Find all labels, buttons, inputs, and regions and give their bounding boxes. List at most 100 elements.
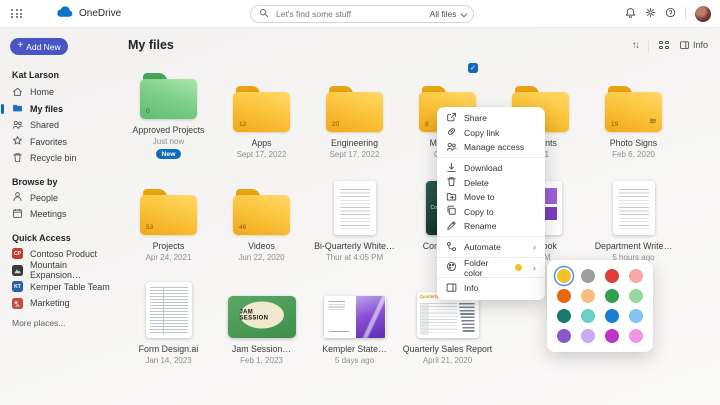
menu-item-move-to[interactable]: Move to <box>437 190 545 205</box>
chevron-right-icon: › <box>533 263 536 273</box>
color-swatch-1[interactable] <box>581 269 595 283</box>
file-tile-engineering[interactable]: 20EngineeringSept 17, 2022 <box>308 56 401 159</box>
sidebar-item-recycle-bin[interactable]: Recycle bin <box>0 150 120 167</box>
file-name: Engineering <box>331 138 378 148</box>
color-swatch-14[interactable] <box>605 329 619 343</box>
color-swatch-3[interactable] <box>629 269 643 283</box>
calendar-icon <box>12 208 23 221</box>
file-tile-bi-quarterly-white[interactable]: Bi-Quarterly White…Thur at 4:05 PM <box>308 159 401 262</box>
file-tile-kempler-state[interactable]: Kempler State…5 days ago <box>308 262 401 365</box>
file-date: Feb 6, 2020 <box>612 150 655 159</box>
menu-item-share[interactable]: Share <box>437 111 545 126</box>
menu-item-folder-color[interactable]: Folder color › <box>437 260 545 275</box>
color-swatch-12[interactable] <box>557 329 571 343</box>
copy-icon <box>446 205 457 218</box>
color-swatch-9[interactable] <box>581 309 595 323</box>
folder-item-count: 8 <box>425 121 429 128</box>
color-swatch-5[interactable] <box>581 289 595 303</box>
browse-by-item-people[interactable]: People <box>0 190 120 207</box>
menu-item-copy-to[interactable]: Copy to <box>437 205 545 220</box>
file-thumbnail-box <box>613 173 655 235</box>
file-date: Jan 14, 2023 <box>145 356 191 365</box>
menu-item-rename[interactable]: Rename <box>437 219 545 234</box>
folder-icon: 20 <box>326 86 383 132</box>
color-swatch-0[interactable] <box>557 269 571 283</box>
search-bar[interactable]: All files <box>250 5 474 23</box>
palette-icon <box>446 261 457 274</box>
view-switcher-grid-icon[interactable] <box>659 41 669 50</box>
menu-item-delete[interactable]: Delete <box>437 175 545 190</box>
file-tile-videos[interactable]: 46VideosJun 22, 2020 <box>215 159 308 262</box>
sort-icon[interactable]: ↑↓ <box>632 40 639 51</box>
menu-item-download[interactable]: Download <box>437 161 545 176</box>
file-tile-approved-projects[interactable]: 0Approved ProjectsJust nowNew <box>122 56 215 159</box>
color-swatch-6[interactable] <box>605 289 619 303</box>
topbar-divider <box>685 7 686 20</box>
sidebar-item-home[interactable]: Home <box>0 84 120 101</box>
file-thumbnail-box: 53 <box>140 173 197 235</box>
color-swatch-11[interactable] <box>629 309 643 323</box>
people-icon <box>446 141 457 154</box>
trash-icon <box>446 176 457 189</box>
automate-icon <box>446 241 457 254</box>
rename-icon <box>446 220 457 233</box>
color-swatch-4[interactable] <box>557 289 571 303</box>
shared-people-icon <box>649 111 657 129</box>
more-places-link[interactable]: More places... <box>12 318 120 328</box>
file-tile-jam-session[interactable]: JAM SESSIONJam Session…Feb 1, 2023 <box>215 262 308 365</box>
file-name: Photo Signs <box>610 138 657 148</box>
user-avatar[interactable] <box>695 6 711 22</box>
color-swatch-2[interactable] <box>605 269 619 283</box>
sidebar-user-name: Kat Larson <box>12 70 120 80</box>
color-swatch-7[interactable] <box>629 289 643 303</box>
document-thumbnail <box>334 181 376 235</box>
notifications-bell-icon[interactable] <box>625 5 636 23</box>
browse-by-item-meetings[interactable]: Meetings <box>0 206 120 223</box>
sidebar-item-favorites[interactable]: Favorites <box>0 134 120 151</box>
menu-item-info[interactable]: Info <box>437 281 545 296</box>
file-thumbnail-box: JAM SESSION <box>228 276 296 338</box>
menu-item-copy-link[interactable]: Copy link <box>437 126 545 141</box>
file-thumbnail-box: 46 <box>233 173 290 235</box>
add-new-button[interactable]: + Add New <box>10 38 68 55</box>
file-tile-photo-signs[interactable]: 19Photo SignsFeb 6, 2020 <box>587 56 680 159</box>
settings-gear-icon[interactable] <box>645 5 656 23</box>
file-tile-department-write[interactable]: Department Write…5 hours ago <box>587 159 680 262</box>
site-badge-icon: CP <box>12 248 23 259</box>
file-tile-apps[interactable]: 12AppsSept 17, 2022 <box>215 56 308 159</box>
folder-color-picker <box>547 260 653 352</box>
menu-item-label: Folder color <box>464 258 508 278</box>
file-thumbnail-box <box>146 276 192 338</box>
info-pane-button[interactable]: Info <box>679 40 708 50</box>
menu-item-label: Manage access <box>464 142 524 152</box>
file-date: 5 days ago <box>335 356 374 365</box>
color-swatch-10[interactable] <box>605 309 619 323</box>
sidebar-item-shared[interactable]: Shared <box>0 117 120 134</box>
help-icon[interactable] <box>665 5 676 23</box>
menu-item-manage-access[interactable]: Manage access <box>437 140 545 155</box>
app-launcher-waffle-icon[interactable] <box>11 9 23 18</box>
color-swatch-15[interactable] <box>629 329 643 343</box>
left-nav-sidebar: + Add New Kat Larson HomeMy filesSharedF… <box>0 28 120 405</box>
context-menu: ShareCopy linkManage access DownloadDelet… <box>437 107 545 300</box>
selected-checkbox[interactable]: ✓ <box>468 63 478 73</box>
color-swatch-13[interactable] <box>581 329 595 343</box>
quick-access-item-mountain-expansion[interactable]: Mountain Expansion… <box>0 262 120 279</box>
home-icon <box>12 86 23 99</box>
quick-access-item-marketing[interactable]: Marketing <box>0 295 120 312</box>
search-scope-dropdown[interactable]: All files <box>430 9 465 19</box>
file-date: Apr 24, 2021 <box>146 253 192 262</box>
menu-item-automate[interactable]: Automate› <box>437 240 545 255</box>
menu-divider <box>437 236 545 237</box>
quick-access-item-kemper-table-team[interactable]: KTKemper Table Team <box>0 279 120 296</box>
file-tile-form-design-ai[interactable]: Form Design.aiJan 14, 2023 <box>122 262 215 365</box>
onedrive-brand: OneDrive <box>55 5 121 23</box>
person-icon <box>12 191 23 204</box>
info-icon <box>446 282 457 295</box>
file-tile-projects[interactable]: 53ProjectsApr 24, 2021 <box>122 159 215 262</box>
color-swatch-8[interactable] <box>557 309 571 323</box>
search-input[interactable] <box>274 8 425 20</box>
menu-item-label: Rename <box>464 221 496 231</box>
sidebar-item-my-files[interactable]: My files <box>0 101 120 118</box>
folder-item-count: 0 <box>146 108 150 115</box>
